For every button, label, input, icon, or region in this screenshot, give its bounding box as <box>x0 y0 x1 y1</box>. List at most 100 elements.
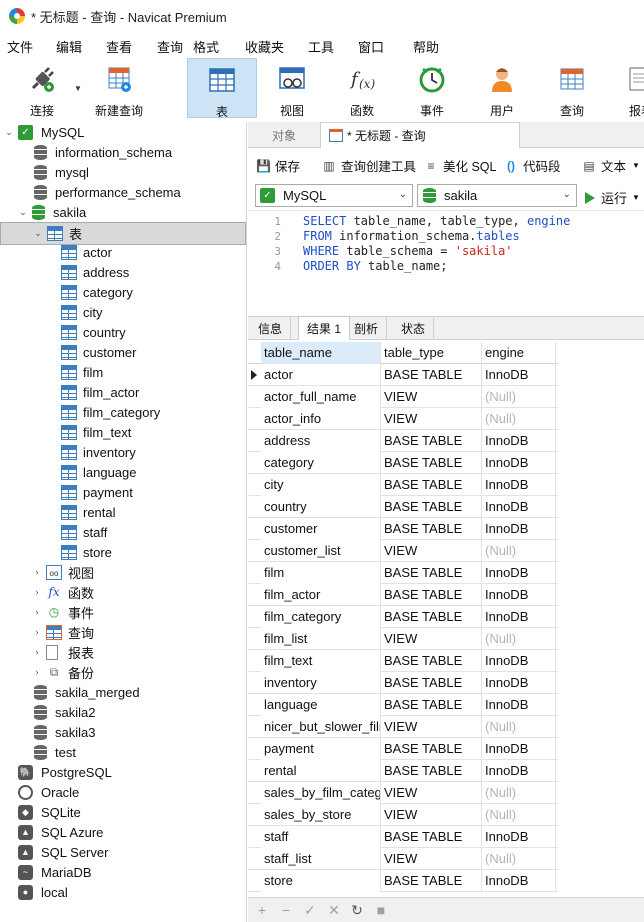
stop-icon[interactable]: ■ <box>373 902 389 918</box>
grid-cell[interactable]: VIEW <box>381 628 482 650</box>
tree-db-mysql[interactable]: mysql <box>34 162 89 182</box>
tree-db-information-schema[interactable]: information_schema <box>34 142 172 162</box>
tree-table-item[interactable]: category <box>61 282 133 302</box>
grid-cell[interactable]: BASE TABLE <box>381 474 482 496</box>
grid-cell[interactable]: InnoDB <box>482 452 556 474</box>
grid-cell[interactable]: BASE TABLE <box>381 606 482 628</box>
table-row[interactable]: film BASE TABLE InnoDB <box>248 562 558 584</box>
menu-window[interactable]: 窗口 <box>358 37 384 56</box>
tab-query[interactable]: * 无标题 - 查询 <box>320 122 520 148</box>
event-button[interactable]: 事件 <box>400 58 464 118</box>
table-row[interactable]: sales_by_film_categoryVIEW(Null) <box>248 782 558 804</box>
grid-cell[interactable]: nicer_but_slower_film_list <box>261 716 381 738</box>
grid-cell[interactable]: actor <box>261 364 381 386</box>
tree-table-item[interactable]: staff <box>61 522 107 542</box>
tree-table-item[interactable]: city <box>61 302 103 322</box>
tree-conn-sql-server[interactable]: ▲ SQL Server <box>18 842 108 862</box>
connection-select[interactable]: ✓ MySQL ⌄ <box>255 184 413 207</box>
column-header-engine[interactable]: engine <box>482 342 556 364</box>
tree-conn-mariadb[interactable]: ~ MariaDB <box>18 862 92 882</box>
grid-cell[interactable]: InnoDB <box>482 760 556 782</box>
grid-cell[interactable]: VIEW <box>381 804 482 826</box>
grid-cell[interactable]: BASE TABLE <box>381 430 482 452</box>
tab-objects[interactable]: 对象 <box>272 122 296 148</box>
grid-cell[interactable]: VIEW <box>381 716 482 738</box>
grid-cell[interactable]: actor_full_name <box>261 386 381 408</box>
grid-cell[interactable]: InnoDB <box>482 650 556 672</box>
collapse-arrow-icon[interactable]: ⌄ <box>33 228 43 239</box>
grid-cell[interactable]: BASE TABLE <box>381 584 482 606</box>
tree-mysql-connection[interactable]: ⌄ ✓ MySQL <box>4 122 84 142</box>
tree-db-sakila-merged[interactable]: sakila_merged <box>34 682 140 702</box>
query-builder-button[interactable]: ▥ 查询创建工具 <box>322 156 416 175</box>
table-row[interactable]: film_text BASE TABLE InnoDB <box>248 650 558 672</box>
grid-cell[interactable]: payment <box>261 738 381 760</box>
grid-cell[interactable]: InnoDB <box>482 672 556 694</box>
table-row[interactable]: actor_full_name VIEW (Null) <box>248 386 558 408</box>
column-header-table-type[interactable]: table_type <box>381 342 482 364</box>
tree-conn-postgresql[interactable]: 🐘 PostgreSQL <box>18 762 112 782</box>
tree-table-item[interactable]: language <box>61 462 137 482</box>
table-row[interactable]: address BASE TABLE InnoDB <box>248 430 558 452</box>
table-row[interactable]: sales_by_store VIEW (Null) <box>248 804 558 826</box>
query-button[interactable]: 查询 <box>540 58 604 118</box>
database-select[interactable]: sakila ⌄ <box>417 184 577 207</box>
grid-cell[interactable]: customer <box>261 518 381 540</box>
grid-cell[interactable]: InnoDB <box>482 584 556 606</box>
grid-cell[interactable]: BASE TABLE <box>381 452 482 474</box>
user-button[interactable]: 用户 <box>470 58 534 118</box>
grid-cell[interactable]: BASE TABLE <box>381 672 482 694</box>
tree-conn-sqlite[interactable]: ◆ SQLite <box>18 802 81 822</box>
connect-dropdown-icon[interactable]: ▼ <box>74 84 82 93</box>
tab-profile[interactable]: 剖析 <box>346 317 388 340</box>
grid-cell[interactable]: film_text <box>261 650 381 672</box>
grid-cell[interactable]: (Null) <box>482 540 556 562</box>
table-row[interactable]: actor_info VIEW (Null) <box>248 408 558 430</box>
expand-arrow-icon[interactable]: › <box>32 607 42 617</box>
grid-cell[interactable]: (Null) <box>482 804 556 826</box>
table-row[interactable]: customer BASE TABLE InnoDB <box>248 518 558 540</box>
grid-cell[interactable]: store <box>261 870 381 892</box>
grid-cell[interactable]: staff <box>261 826 381 848</box>
table-row[interactable]: customer_list VIEW (Null) <box>248 540 558 562</box>
tree-conn-oracle[interactable]: Oracle <box>18 782 79 802</box>
view-button[interactable]: 视图 <box>260 58 324 118</box>
text-mode-button[interactable]: ▤ 文本 ▼ <box>582 156 640 175</box>
table-row[interactable]: store BASE TABLE InnoDB <box>248 870 558 892</box>
table-row[interactable]: staff_list VIEW (Null) <box>248 848 558 870</box>
grid-cell[interactable]: BASE TABLE <box>381 364 482 386</box>
tree-table-item[interactable]: store <box>61 542 112 562</box>
grid-cell[interactable]: BASE TABLE <box>381 518 482 540</box>
grid-cell[interactable]: (Null) <box>482 408 556 430</box>
grid-cell[interactable]: VIEW <box>381 848 482 870</box>
tree-backups-node[interactable]: › ⧉ 备份 <box>32 662 95 682</box>
expand-arrow-icon[interactable]: › <box>32 567 42 577</box>
run-button[interactable]: 运行 ▼ <box>585 188 640 207</box>
grid-cell[interactable]: address <box>261 430 381 452</box>
menu-format[interactable]: 格式 <box>193 37 219 56</box>
grid-cell[interactable]: sales_by_film_category <box>261 782 381 804</box>
grid-cell[interactable]: BASE TABLE <box>381 496 482 518</box>
tree-table-item[interactable]: rental <box>61 502 116 522</box>
beautify-sql-button[interactable]: ≡ 美化 SQL <box>424 156 496 175</box>
expand-arrow-icon[interactable]: › <box>32 627 42 637</box>
tree-table-item[interactable]: film <box>61 362 103 382</box>
report-button[interactable]: 报表 <box>618 58 644 118</box>
table-row[interactable]: nicer_but_slower_film_listVIEW(Null) <box>248 716 558 738</box>
tree-reports-node[interactable]: › 报表 <box>32 642 94 662</box>
tree-db-test[interactable]: test <box>34 742 76 762</box>
tree-views-node[interactable]: › oo 视图 <box>32 562 94 582</box>
tree-table-item[interactable]: customer <box>61 342 136 362</box>
tree-tables-node[interactable]: ⌄ 表 <box>0 222 246 245</box>
apply-icon[interactable]: ✓ <box>302 902 318 919</box>
menu-favorites[interactable]: 收藏夹 <box>245 37 284 56</box>
table-button[interactable]: 表 <box>187 58 257 119</box>
grid-cell[interactable]: country <box>261 496 381 518</box>
grid-cell[interactable]: staff_list <box>261 848 381 870</box>
grid-cell[interactable]: BASE TABLE <box>381 760 482 782</box>
tree-db-sakila3[interactable]: sakila3 <box>34 722 95 742</box>
tree-table-item[interactable]: country <box>61 322 126 342</box>
tree-conn-local[interactable]: ● local <box>18 882 68 902</box>
table-row[interactable]: inventory BASE TABLE InnoDB <box>248 672 558 694</box>
menu-tools[interactable]: 工具 <box>308 37 334 56</box>
